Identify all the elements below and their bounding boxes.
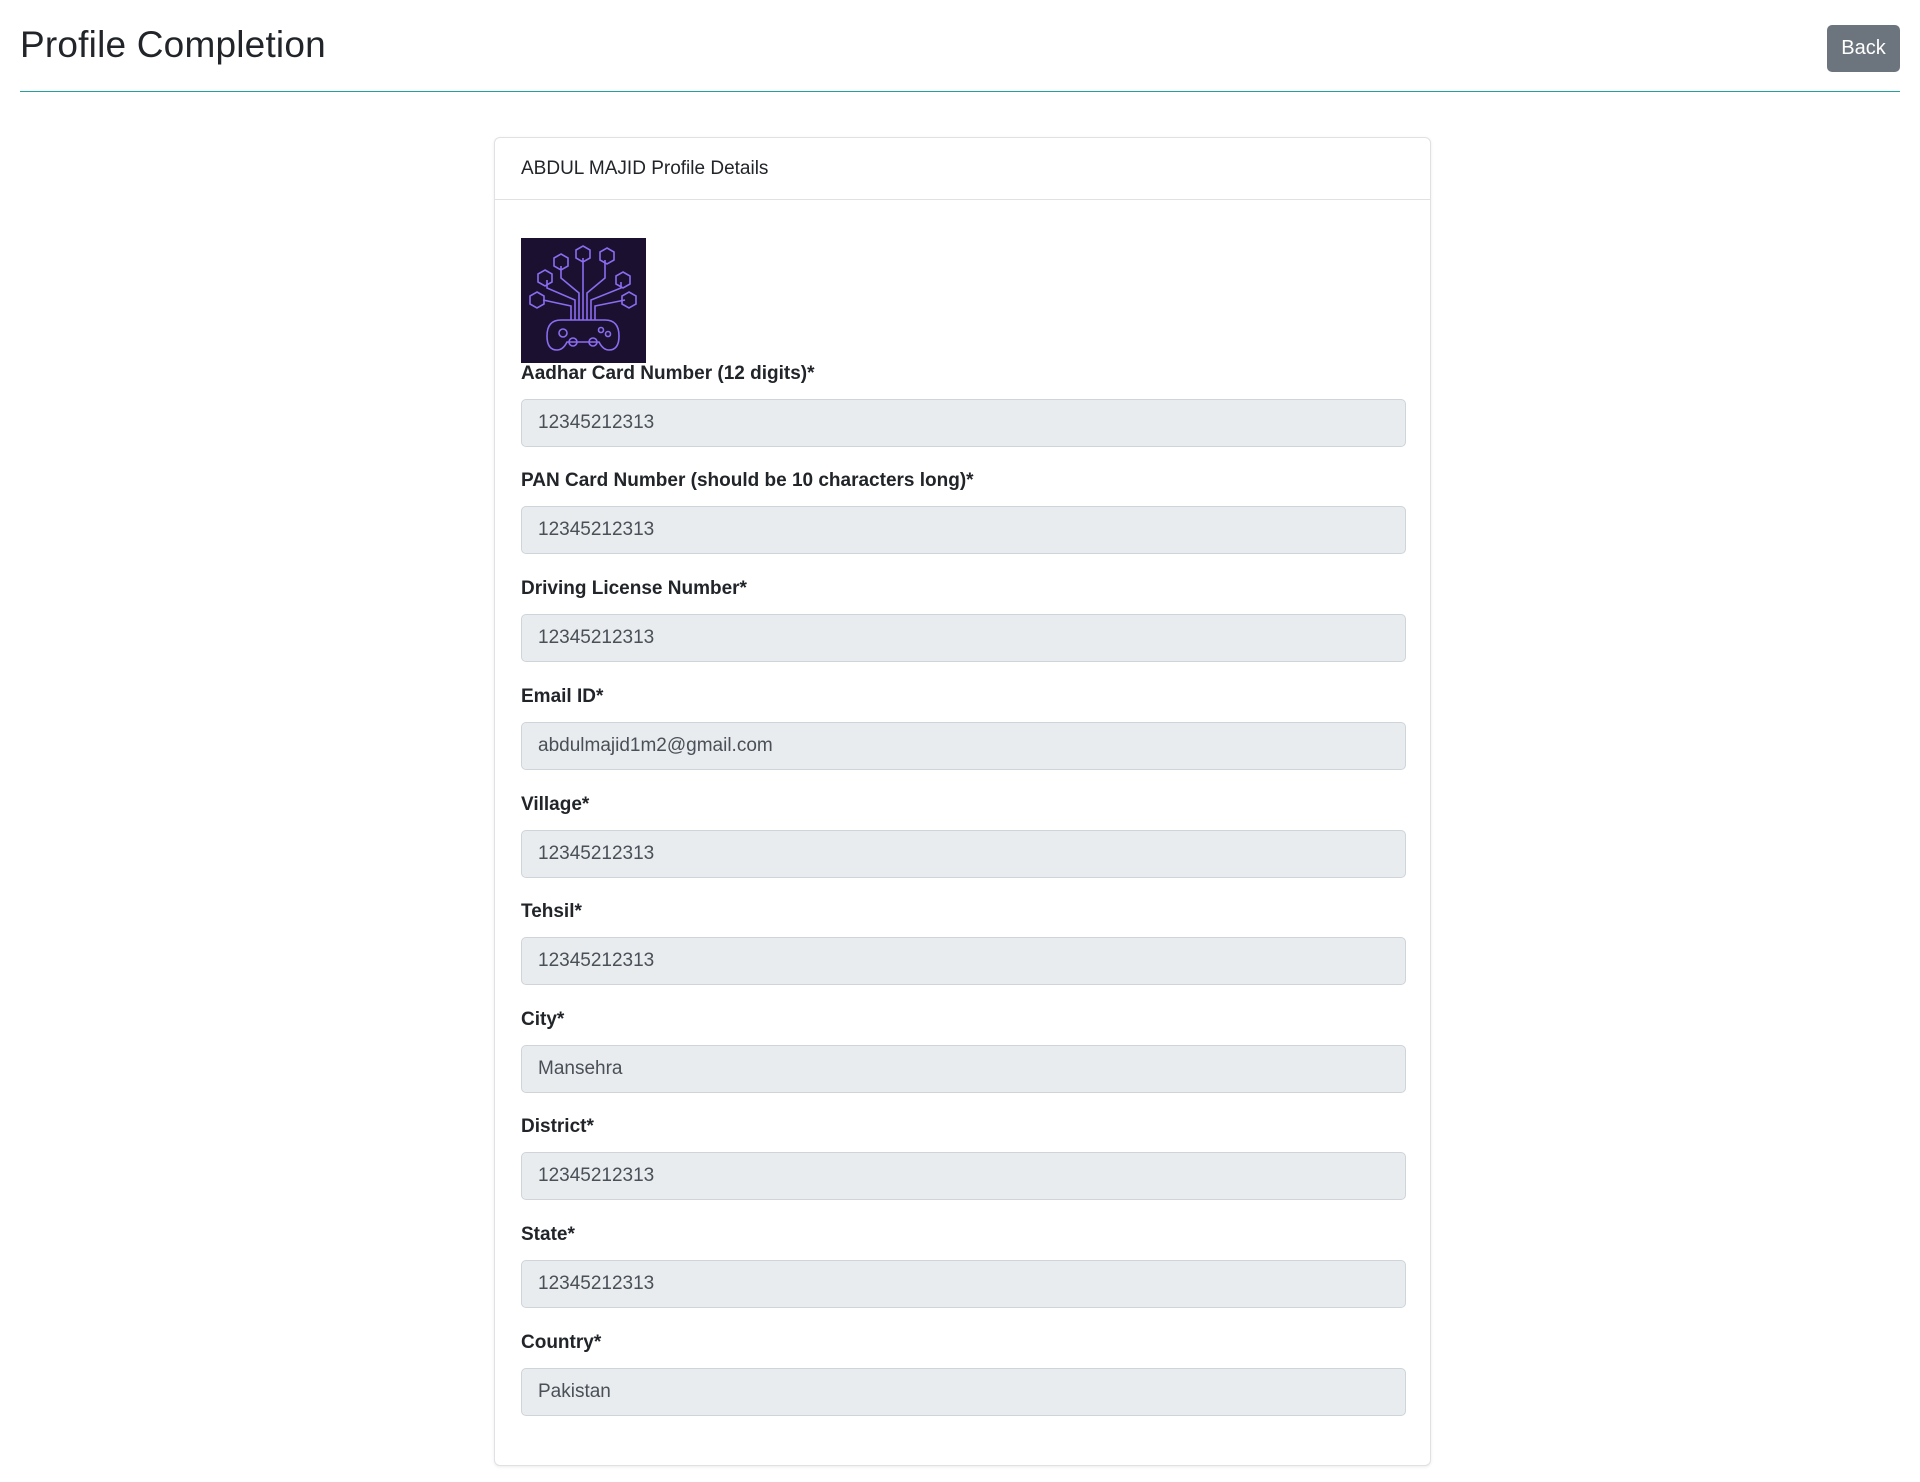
- page-header: Profile Completion Back: [20, 0, 1900, 92]
- driving-license-label: Driving License Number*: [521, 578, 747, 599]
- city-field-group: City*: [521, 1009, 1406, 1093]
- pan-field-group: PAN Card Number (should be 10 characters…: [521, 470, 1406, 554]
- profile-card: ABDUL MAJID Profile Details Aadhar Card …: [494, 137, 1431, 1466]
- email-field-group: Email ID*: [521, 686, 1406, 770]
- city-input[interactable]: [521, 1045, 1406, 1093]
- village-input[interactable]: [521, 830, 1406, 878]
- state-label: State*: [521, 1224, 575, 1245]
- profile-avatar: [521, 238, 646, 363]
- city-label: City*: [521, 1009, 565, 1030]
- aadhar-label: Aadhar Card Number (12 digits)*: [521, 363, 815, 384]
- card-header: ABDUL MAJID Profile Details: [495, 138, 1430, 200]
- tehsil-input[interactable]: [521, 937, 1406, 985]
- email-label: Email ID*: [521, 686, 604, 707]
- tehsil-label: Tehsil*: [521, 901, 582, 922]
- pan-label: PAN Card Number (should be 10 characters…: [521, 470, 974, 491]
- driving-license-input[interactable]: [521, 614, 1406, 662]
- country-input[interactable]: [521, 1368, 1406, 1416]
- tehsil-field-group: Tehsil*: [521, 901, 1406, 985]
- page-title: Profile Completion: [20, 24, 326, 65]
- aadhar-input[interactable]: [521, 399, 1406, 447]
- driving-license-field-group: Driving License Number*: [521, 578, 1406, 662]
- district-label: District*: [521, 1116, 594, 1137]
- back-button[interactable]: Back: [1827, 25, 1900, 72]
- email-input[interactable]: [521, 722, 1406, 770]
- country-label: Country*: [521, 1332, 602, 1353]
- district-field-group: District*: [521, 1116, 1406, 1200]
- village-label: Village*: [521, 794, 590, 815]
- state-field-group: State*: [521, 1224, 1406, 1308]
- village-field-group: Village*: [521, 794, 1406, 878]
- country-field-group: Country*: [521, 1332, 1406, 1416]
- aadhar-field-group: Aadhar Card Number (12 digits)*: [521, 363, 1406, 447]
- district-input[interactable]: [521, 1152, 1406, 1200]
- game-controller-circuit-icon: [521, 238, 646, 363]
- state-input[interactable]: [521, 1260, 1406, 1308]
- pan-input[interactable]: [521, 506, 1406, 554]
